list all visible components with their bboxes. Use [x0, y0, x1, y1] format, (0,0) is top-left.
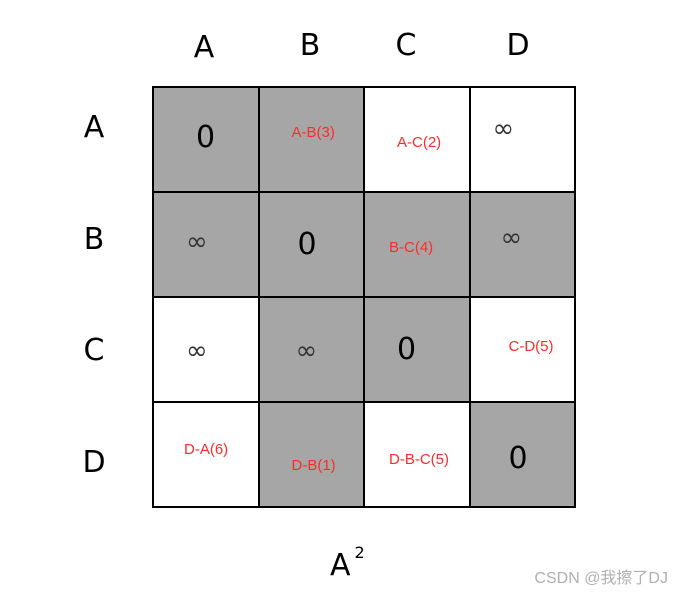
column-header-c: C — [395, 28, 417, 63]
caption-base: A — [330, 548, 351, 583]
cell-value: 0 — [196, 120, 216, 155]
matrix-caption: A2 — [330, 543, 365, 583]
cell-d-c: D-B-C(5) — [365, 403, 469, 506]
infinity-symbol: ∞ — [295, 336, 318, 366]
cell-b-b: 0 — [259, 193, 363, 296]
cell-value: 0 — [397, 332, 417, 367]
cell-a-a: 0 — [154, 88, 258, 191]
cell-value: A-B(3) — [291, 124, 335, 141]
cell-c-d: C-D(5) — [470, 298, 574, 401]
cell-a-c: A-C(2) — [365, 88, 469, 191]
column-header-a: A — [193, 30, 215, 65]
row-header-a: A — [83, 110, 105, 145]
cell-value: A-C(2) — [397, 134, 442, 151]
caption-exponent: 2 — [354, 543, 365, 562]
cell-c-c: 0 — [365, 298, 469, 401]
cell-value: C-D(5) — [508, 338, 554, 355]
infinity-symbol: ∞ — [186, 336, 208, 366]
cell-d-b: D-B(1) — [259, 403, 363, 506]
cell-value: D-B(1) — [291, 457, 336, 474]
cell-a-b: A-B(3) — [259, 88, 363, 191]
cell-a-d: ∞ — [470, 88, 574, 191]
cell-value: 0 — [508, 441, 528, 476]
cell-b-a: ∞ — [154, 193, 258, 296]
column-header-d: D — [506, 28, 530, 63]
cell-value: B-C(4) — [389, 239, 434, 256]
infinity-symbol: ∞ — [500, 223, 523, 253]
cell-value: D-B-C(5) — [389, 451, 449, 468]
cell-b-d: ∞ — [470, 193, 574, 296]
cell-d-d: 0 — [470, 403, 574, 506]
distance-matrix: 0 A-B(3) A-C(2) ∞ ∞ 0 B-C(4) ∞ ∞ ∞ 0 C-D… — [152, 86, 576, 508]
infinity-symbol: ∞ — [186, 227, 208, 257]
cell-c-a: ∞ — [154, 298, 258, 401]
cell-value: 0 — [297, 227, 317, 262]
cell-d-a: D-A(6) — [154, 403, 258, 506]
column-header-b: B — [299, 28, 321, 63]
cell-value: D-A(6) — [184, 441, 229, 458]
cell-b-c: B-C(4) — [365, 193, 469, 296]
row-header-d: D — [82, 445, 106, 480]
watermark: CSDN @我擦了DJ — [534, 570, 668, 587]
row-header-b: B — [83, 222, 105, 257]
cell-c-b: ∞ — [259, 298, 363, 401]
row-header-c: C — [83, 333, 105, 368]
infinity-symbol: ∞ — [492, 114, 515, 144]
